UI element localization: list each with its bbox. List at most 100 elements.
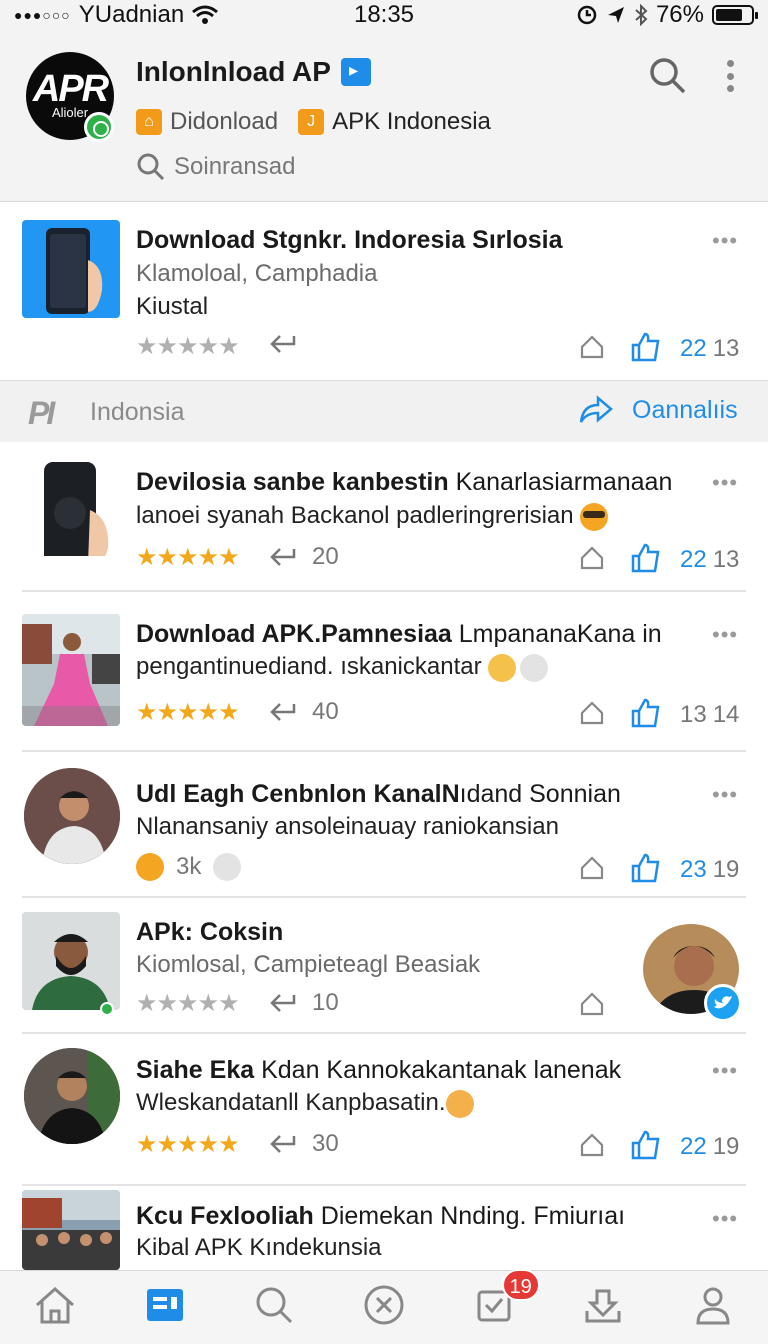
link-download[interactable]: ⌂ Didonload: [136, 108, 278, 136]
reshare-button[interactable]: 30: [268, 1130, 339, 1158]
more-options-icon[interactable]: •••: [712, 782, 738, 808]
more-options-icon[interactable]: •••: [712, 1206, 738, 1232]
bookmark-box-icon: J: [298, 109, 325, 135]
overflow-menu-icon[interactable]: [722, 56, 738, 96]
reshare-icon: [270, 335, 296, 353]
more-options-icon[interactable]: •••: [712, 228, 738, 254]
share-icon[interactable]: [578, 699, 606, 727]
post-subtitle-text: lanoei syanah Backanol padleringrerisian: [136, 502, 574, 529]
grin-emoji-icon: [488, 653, 517, 682]
nav-search[interactable]: [246, 1277, 302, 1333]
post-caption: Kiustal: [136, 293, 209, 320]
reshare-button[interactable]: 40: [268, 698, 339, 726]
bottom-nav: 19: [0, 1268, 768, 1344]
mask-emoji-icon: [445, 1089, 474, 1118]
nav-news[interactable]: [137, 1277, 193, 1333]
nav-close[interactable]: [356, 1277, 412, 1333]
post-subtitle: Kibal APK Kındekunsia: [136, 1234, 382, 1261]
post-thumbnail: [22, 220, 120, 318]
location-icon: [607, 7, 624, 23]
post-title: Siahe Eka Kdan Kannokakantanak lanenak: [136, 1056, 621, 1085]
section-link-label: Oannalıis: [632, 395, 738, 424]
post-title: Devilosia sanbe kanbestin Kanarlasiarman…: [136, 468, 672, 497]
share-icon[interactable]: [578, 990, 606, 1018]
list-item[interactable]: Kcu Fexlooliah Diemekan Nnding. Fmiurıaı…: [0, 1186, 768, 1270]
like-icon[interactable]: [630, 1129, 662, 1161]
like-icon[interactable]: [630, 852, 662, 884]
phone-image-icon: [44, 462, 109, 556]
more-options-icon[interactable]: •••: [712, 470, 738, 496]
post-title-bold: Udl Eagh Cenbnlon KanalN: [136, 780, 460, 808]
post-title-rest: ıdand Sonnian: [459, 780, 621, 808]
section-link[interactable]: Oannalıis: [578, 395, 738, 425]
nav-home[interactable]: [27, 1277, 83, 1333]
signal-icon: ●●●○○○: [14, 7, 71, 23]
reshare-button[interactable]: 20: [268, 543, 339, 571]
like-icon[interactable]: [630, 331, 662, 363]
engagement-counts: 22 19: [680, 1133, 739, 1161]
header-search-icon[interactable]: [648, 56, 688, 96]
post-title-bold: Kcu Fexlooliah: [136, 1202, 314, 1230]
status-bar: ●●●○○○ YUadnian 18:35 76%: [0, 0, 768, 30]
post-thumbnail: [22, 458, 120, 556]
sunglasses-emoji-icon: [580, 502, 609, 531]
alarm-icon: [577, 5, 597, 25]
list-item[interactable]: Download APK.Pamnesiaa LmpananaKana in p…: [0, 592, 768, 750]
more-options-icon[interactable]: •••: [712, 1058, 738, 1084]
list-item[interactable]: Download Stgnkr. Indoresia Sırlosia Klam…: [0, 202, 768, 380]
section-header: PI Indonsia Oannalıis: [0, 380, 768, 442]
reshare-count: 40: [312, 698, 339, 725]
nav-download[interactable]: [575, 1277, 631, 1333]
post-subtitle: Kiomlosal, Campieteagl Beasiak: [136, 951, 481, 978]
link-download-label: Didonload: [170, 108, 279, 135]
app-root: ●●●○○○ YUadnian 18:35 76% APR Alioler In…: [0, 0, 768, 1344]
reaction-row: 3k: [136, 853, 242, 881]
link-apk-indonesia[interactable]: J APK Indonesia: [298, 108, 491, 136]
reshare-icon: [270, 1135, 296, 1153]
search-icon: [256, 1287, 293, 1323]
like-icon[interactable]: [630, 542, 662, 574]
post-title: Kcu Fexlooliah Diemekan Nnding. Fmiurıaı: [136, 1202, 625, 1231]
post-thumbnail: [22, 1190, 120, 1270]
news-icon: [146, 1288, 183, 1321]
reshare-count: 10: [312, 989, 339, 1016]
post-subtitle-text: pengantinuediand. ıskanickantar: [136, 653, 482, 680]
avatar: [24, 768, 120, 864]
app-header: APR Alioler Inlonlnload AP ⌂ Didonload J…: [0, 30, 768, 202]
post-subtitle: Wleskandatanll Kanpbasatin.: [136, 1089, 474, 1118]
engagement-counts: 13 14: [680, 701, 739, 729]
nav-profile[interactable]: [685, 1277, 741, 1333]
download-box-icon: ⌂: [136, 109, 162, 135]
reshare-icon: [270, 703, 296, 721]
post-title-rest: Kanarlasiarmanaan: [448, 468, 673, 496]
post-title: Udl Eagh Cenbnlon KanalNıdand Sonnian: [136, 780, 621, 809]
share-icon[interactable]: [578, 333, 606, 361]
reshare-button[interactable]: 10: [268, 989, 339, 1017]
list-item[interactable]: Siahe Eka Kdan Kannokakantanak lanenak W…: [0, 1034, 768, 1186]
list-item[interactable]: Udl Eagh Cenbnlon KanalNıdand Sonnian Nl…: [0, 752, 768, 898]
share-icon[interactable]: [578, 1131, 606, 1159]
person-photo-icon: [22, 912, 120, 1010]
bluetooth-icon: [635, 4, 648, 26]
nav-inbox[interactable]: 19: [466, 1268, 540, 1333]
post-title: Download Stgnkr. Indoresia Sırlosia: [136, 226, 562, 255]
share-count: 13: [712, 546, 740, 573]
reshare-button[interactable]: [268, 332, 300, 356]
search-icon: [137, 153, 165, 181]
page-title: Inlonlnload AP: [136, 56, 371, 88]
notification-badge: 19: [501, 1268, 540, 1301]
twitter-icon[interactable]: [704, 984, 742, 1022]
wifi-icon: [192, 5, 219, 24]
more-options-icon[interactable]: •••: [712, 622, 738, 648]
like-icon[interactable]: [630, 697, 662, 729]
post-title-bold: APk: Coksin: [136, 918, 284, 946]
list-item[interactable]: Devilosia sanbe kanbestin Kanarlasiarman…: [0, 442, 768, 592]
search-input[interactable]: Soinransad: [136, 152, 295, 182]
like-count: 23: [680, 856, 707, 883]
link-apk-indonesia-label: APK Indonesia: [332, 108, 491, 135]
share-icon[interactable]: [578, 544, 606, 572]
share-icon[interactable]: [578, 854, 606, 882]
share-count: 19: [712, 856, 740, 883]
like-count: 22: [680, 1133, 707, 1160]
post-subtitle: lanoei syanah Backanol padleringrerisian: [136, 502, 609, 531]
